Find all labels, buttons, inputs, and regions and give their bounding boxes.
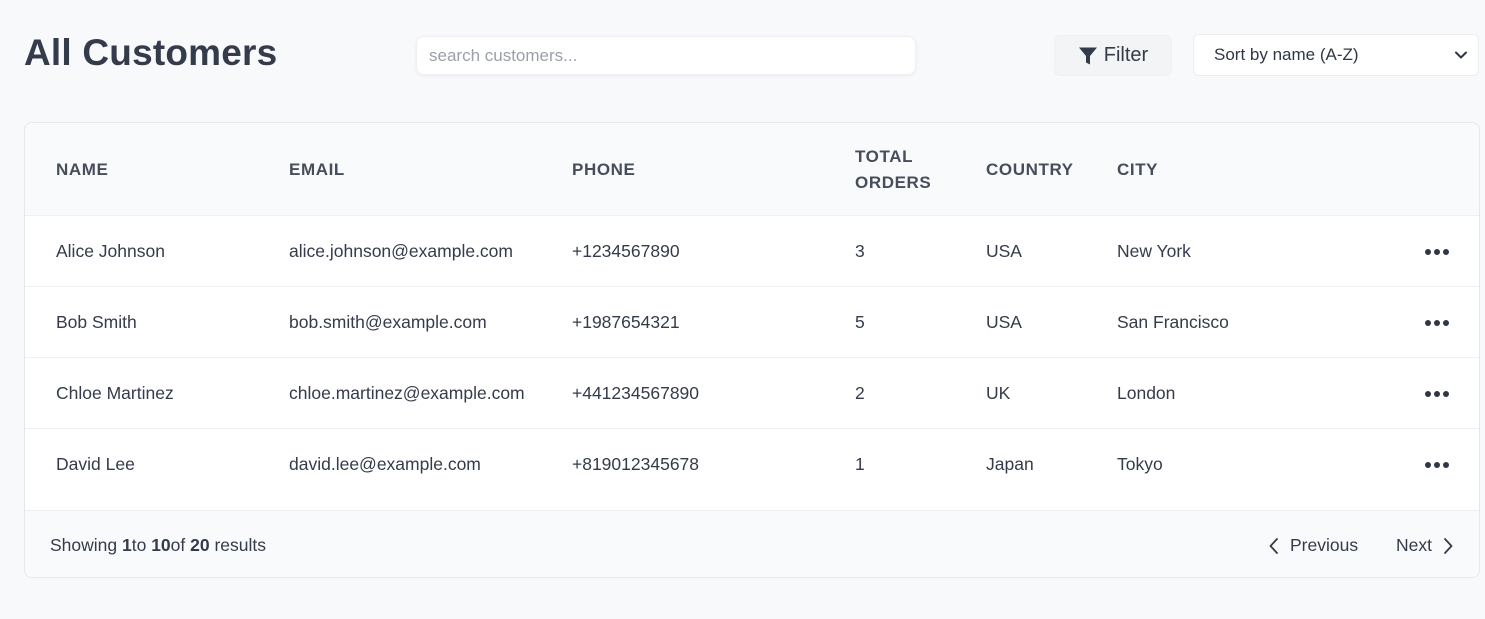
cell-city: Tokyo — [1117, 454, 1163, 474]
cell-phone: +819012345678 — [572, 454, 700, 474]
sort-select-value: Sort by name (A-Z) — [1214, 45, 1359, 64]
next-page-button[interactable]: Next — [1396, 511, 1454, 577]
chevron-left-icon — [1269, 537, 1278, 554]
more-horizontal-icon — [1425, 391, 1449, 397]
table-row: Bob Smith bob.smith@example.com +1987654… — [25, 287, 1479, 358]
chevron-down-icon — [1454, 48, 1468, 62]
cell-email: chloe.martinez@example.com — [289, 383, 525, 403]
table-row: Alice Johnson alice.johnson@example.com … — [25, 216, 1479, 287]
row-actions-button[interactable] — [1423, 238, 1451, 266]
table-row: David Lee david.lee@example.com +8190123… — [25, 429, 1479, 500]
cell-name: Alice Johnson — [56, 241, 165, 261]
row-actions-button[interactable] — [1423, 451, 1451, 479]
funnel-icon — [1078, 46, 1098, 66]
cell-email: david.lee@example.com — [289, 454, 481, 474]
cell-country: USA — [986, 312, 1022, 332]
cell-country: UK — [986, 383, 1011, 403]
cell-phone: +441234567890 — [572, 383, 700, 403]
cell-city: London — [1117, 383, 1176, 403]
column-header-phone: PHONE — [572, 159, 636, 179]
more-horizontal-icon — [1425, 320, 1449, 326]
table-header: NAME EMAIL PHONE TOTAL ORDERS COUNTRY CI… — [25, 123, 1479, 216]
more-horizontal-icon — [1425, 462, 1449, 468]
chevron-right-icon — [1444, 537, 1453, 554]
column-header-name: NAME — [56, 159, 109, 179]
customers-table: NAME EMAIL PHONE TOTAL ORDERS COUNTRY CI… — [24, 122, 1480, 578]
summary-from: 1 — [122, 535, 132, 555]
previous-page-label: Previous — [1290, 535, 1359, 555]
cell-name: David Lee — [56, 454, 135, 474]
cell-total-orders: 1 — [855, 454, 865, 474]
cell-name: Chloe Martinez — [56, 383, 174, 403]
cell-country: Japan — [986, 454, 1034, 474]
more-horizontal-icon — [1425, 249, 1449, 255]
column-header-total-orders: TOTAL ORDERS — [855, 146, 932, 192]
cell-total-orders: 3 — [855, 241, 865, 261]
pagination-summary: Showing 1 to 10 of 20 results — [50, 511, 267, 577]
cell-phone: +1234567890 — [572, 241, 680, 261]
filter-button[interactable]: Filter — [1054, 35, 1172, 76]
cell-city: San Francisco — [1117, 312, 1229, 332]
cell-total-orders: 5 — [855, 312, 865, 332]
summary-total: 20 — [190, 535, 210, 555]
summary-to-word: to — [131, 535, 152, 555]
cell-city: New York — [1117, 241, 1191, 261]
sort-select[interactable]: Sort by name (A-Z) — [1193, 34, 1479, 76]
row-actions-button[interactable] — [1423, 309, 1451, 337]
table-footer: Showing 1 to 10 of 20 results Previous Nex… — [25, 510, 1479, 577]
summary-to: 10 — [151, 535, 171, 555]
page-title: All Customers — [24, 32, 278, 73]
column-header-email: EMAIL — [289, 159, 345, 179]
summary-prefix: Showing — [50, 535, 122, 555]
row-actions-button[interactable] — [1423, 380, 1451, 408]
cell-email: alice.johnson@example.com — [289, 241, 513, 261]
summary-results-word: results — [209, 535, 267, 555]
cell-name: Bob Smith — [56, 312, 137, 332]
column-header-city: CITY — [1117, 159, 1159, 179]
cell-country: USA — [986, 241, 1022, 261]
search-input[interactable] — [416, 36, 916, 75]
cell-total-orders: 2 — [855, 383, 865, 403]
table-row: Chloe Martinez chloe.martinez@example.co… — [25, 358, 1479, 429]
cell-email: bob.smith@example.com — [289, 312, 487, 332]
customers-page: All Customers Filter Sort by name (A-Z) … — [0, 0, 1485, 619]
cell-phone: +1987654321 — [572, 312, 680, 332]
column-header-country: COUNTRY — [986, 159, 1074, 179]
summary-of-word: of — [170, 535, 191, 555]
next-page-label: Next — [1396, 535, 1432, 555]
previous-page-button[interactable]: Previous — [1268, 511, 1359, 577]
filter-button-label: Filter — [1103, 44, 1149, 66]
